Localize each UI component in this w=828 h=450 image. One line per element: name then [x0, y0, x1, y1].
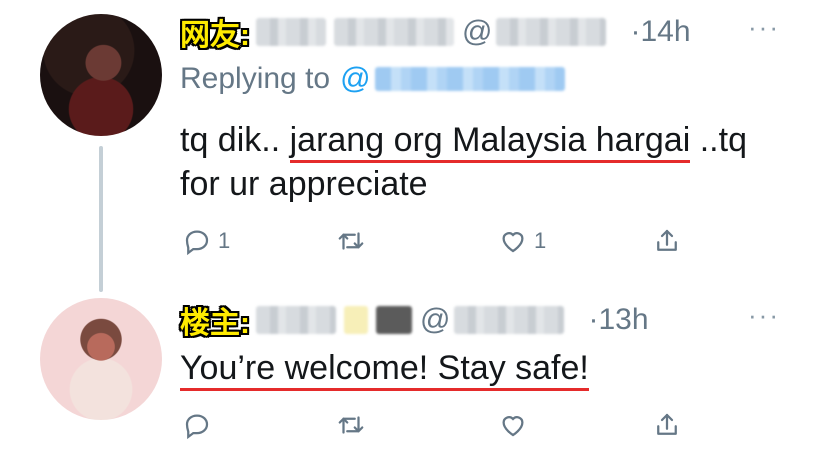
retweet-icon: [338, 232, 364, 250]
timestamp[interactable]: ·13h: [588, 303, 648, 337]
thread-line: [99, 146, 103, 292]
reply-count: 1: [218, 228, 231, 253]
share-button[interactable]: [652, 410, 682, 440]
replying-mention[interactable]: @: [340, 62, 370, 96]
like-button[interactable]: [498, 410, 534, 440]
tweet-actions: 1 1: [182, 226, 702, 262]
blurred-display-name[interactable]: [334, 18, 454, 46]
timestamp-value: 13h: [598, 303, 649, 336]
tweet-header: 楼主: @ ·13h ···: [180, 300, 790, 340]
timestamp[interactable]: ·14h: [630, 15, 690, 49]
replying-to: Replying to @: [180, 62, 565, 96]
like-count: 1: [534, 228, 547, 253]
user-handle[interactable]: @: [462, 15, 614, 49]
tweet-actions: [182, 410, 702, 446]
handle-at: @: [420, 303, 451, 336]
avatar[interactable]: [40, 14, 162, 136]
role-badge: 楼主:: [180, 307, 250, 340]
like-button[interactable]: 1: [498, 226, 546, 256]
tweet-text: You’re welcome! Stay safe!: [180, 346, 790, 391]
comment-icon: [185, 414, 209, 440]
blurred-handle: [496, 18, 607, 46]
tweet-text: tq dik.. jarang org Malaysia hargai ..tq…: [180, 118, 790, 206]
comment-icon: [185, 230, 209, 256]
blurred-mention[interactable]: [374, 67, 565, 91]
replying-to-label: Replying to: [180, 62, 331, 95]
more-icon[interactable]: ···: [748, 300, 780, 331]
highlighted-text: jarang org Malaysia hargai: [289, 121, 691, 163]
share-button[interactable]: [652, 226, 682, 256]
blurred-emoji: [376, 306, 412, 334]
share-icon: [657, 229, 677, 251]
blurred-display-name[interactable]: [256, 18, 326, 46]
highlighted-text: You’re welcome! Stay safe!: [180, 349, 589, 391]
user-handle[interactable]: @: [420, 303, 572, 337]
tweet-text-part: tq dik..: [180, 121, 290, 159]
share-icon: [657, 413, 677, 435]
blurred-handle: [454, 306, 565, 334]
more-icon[interactable]: ···: [748, 12, 780, 43]
timestamp-value: 14h: [640, 15, 691, 48]
role-badge: 网友:: [180, 19, 250, 52]
retweet-icon: [338, 416, 364, 434]
blurred-emoji: [344, 306, 368, 334]
retweet-button[interactable]: [336, 410, 372, 440]
tweet-header: 网友: @ ·14h ···: [180, 12, 790, 52]
retweet-button[interactable]: [336, 226, 372, 256]
blurred-display-name[interactable]: [256, 306, 336, 334]
reply-button[interactable]: [182, 410, 218, 440]
handle-at: @: [462, 15, 493, 48]
reply-button[interactable]: 1: [182, 226, 230, 256]
avatar[interactable]: [40, 298, 162, 420]
like-icon: [502, 232, 524, 253]
like-icon: [502, 416, 524, 437]
